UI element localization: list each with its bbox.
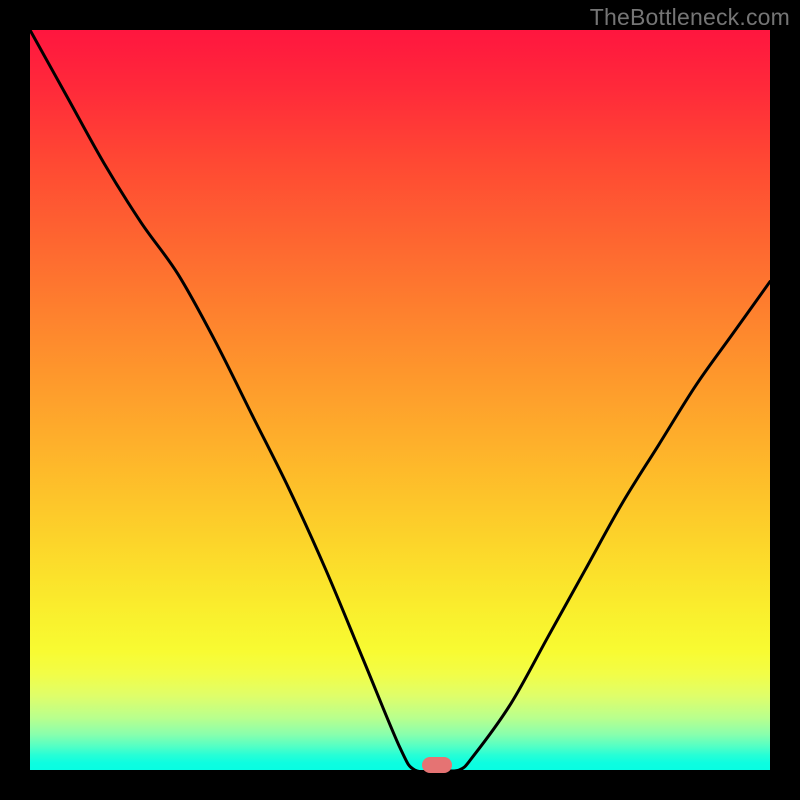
chart-frame: TheBottleneck.com [0, 0, 800, 800]
plot-area [30, 30, 770, 770]
curve-svg [30, 30, 770, 770]
bottleneck-marker [422, 757, 452, 773]
watermark-text: TheBottleneck.com [590, 4, 790, 31]
bottleneck-curve [30, 30, 770, 770]
